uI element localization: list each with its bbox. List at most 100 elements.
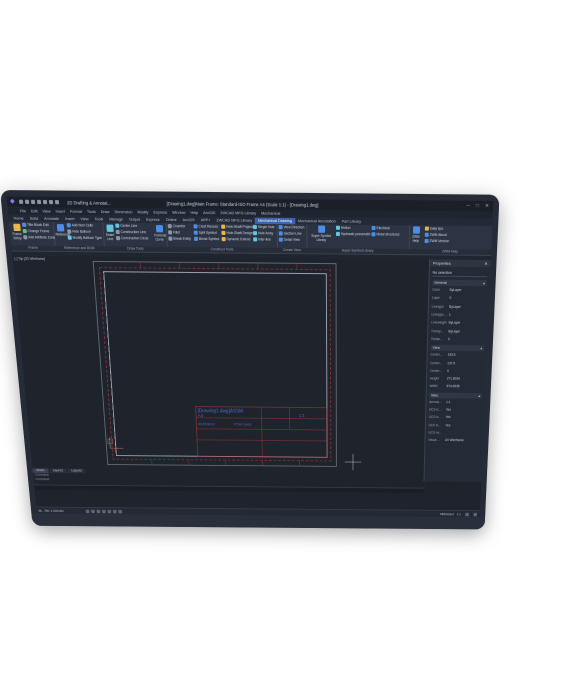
add-item-cells-button[interactable]: Add Item Cells — [66, 223, 93, 228]
outer-frame — [93, 261, 336, 466]
minimize-button[interactable]: ─ — [466, 203, 470, 209]
center-line-icon — [115, 223, 120, 228]
collapse-icon: ▴ — [480, 346, 483, 351]
hole-shaft-design-button[interactable]: Hole-Shaft Design — [221, 230, 253, 235]
menu-insert[interactable]: Insert — [55, 209, 65, 213]
menu-view[interactable]: View — [42, 209, 50, 213]
view-direction-button[interactable]: View Direction — [278, 225, 304, 230]
zwm-version-button[interactable]: ZWM Version — [424, 238, 449, 243]
break-symbol-button[interactable]: Break Symbol — [193, 236, 219, 241]
menu-express[interactable]: Express — [153, 210, 167, 214]
otrack-icon[interactable] — [112, 509, 117, 513]
selection-dropdown[interactable]: No selection — [432, 269, 488, 278]
undo-icon[interactable] — [48, 199, 54, 205]
center-line-button[interactable]: Center Line — [115, 223, 137, 228]
hydraulic-pneumatic-button[interactable]: Hydraulic pneumatic — [335, 231, 370, 236]
ortho-icon[interactable] — [96, 509, 101, 513]
maximize-button[interactable]: □ — [476, 203, 479, 209]
prop-row[interactable]: Visual ... 2D Wireframe — [428, 436, 480, 444]
workspace-selector[interactable]: 2D Drafting & Annotat... — [67, 200, 111, 206]
zwm-help-button[interactable]: ZWM Help — [411, 226, 421, 243]
hole-shaft-projector-button[interactable]: Hole-Shaft Projector — [221, 224, 256, 229]
panel-zwm-help: ZWM Help Daily tips ZWM About ZWM Versio… — [408, 225, 493, 255]
crest-recess-button[interactable]: Crest Recess — [193, 224, 218, 229]
zone-ticks — [140, 262, 299, 466]
section-line-button[interactable]: Section Line — [278, 231, 302, 236]
lineweight-icon[interactable] — [118, 509, 123, 514]
reference-button[interactable]: Reference — [55, 224, 70, 237]
title-block-size: A4 — [198, 413, 204, 418]
menu-tools[interactable]: Tools — [87, 209, 96, 213]
viewport-label[interactable]: [-] Top [2D Wireframe] — [14, 257, 45, 261]
menu-window[interactable]: Window — [172, 210, 186, 214]
electrical-icon — [371, 225, 376, 231]
menu-modify[interactable]: Modify — [137, 210, 148, 214]
motion-button[interactable]: Motion — [335, 225, 351, 230]
hide-balloon-button[interactable]: Hide Balloon — [67, 229, 91, 234]
electrical-button[interactable]: Electrical — [371, 225, 390, 231]
settings-icon[interactable] — [465, 512, 469, 516]
grid-icon[interactable] — [91, 509, 95, 513]
menu-file[interactable]: File — [20, 209, 26, 213]
new-file-icon[interactable] — [18, 199, 24, 204]
save-as-icon[interactable] — [36, 199, 42, 205]
units-label[interactable]: Millimeters — [440, 512, 454, 516]
modify-balloon-type-button[interactable]: Modify Balloon Type — [67, 235, 102, 240]
add-attribute-zone-button[interactable]: Add Attribute Zone — [23, 235, 55, 240]
modify-balloon-type-icon — [67, 235, 72, 240]
split-symbol-button[interactable]: Split Symbol — [193, 230, 217, 235]
single-hole-button[interactable]: Single Hole — [252, 224, 275, 229]
change-frame-button[interactable]: Change Frame — [22, 228, 50, 233]
smart-line-button[interactable]: Smart Line — [104, 224, 115, 242]
view-direction-icon — [278, 225, 283, 230]
menu-help[interactable]: Help — [190, 210, 198, 214]
formula-curve-button[interactable]: Formula Curve — [154, 225, 166, 242]
menu-draw[interactable]: Draw — [101, 209, 110, 213]
title-block-edit-button[interactable]: Title Block Edit — [22, 222, 49, 227]
zwm-about-button[interactable]: ZWM About — [424, 232, 447, 237]
menu-arcgis[interactable]: ArcGIS — [203, 210, 215, 214]
redo-icon[interactable] — [54, 200, 60, 205]
inter-line-button[interactable]: Inter-line — [253, 237, 271, 242]
fillet-button[interactable]: Fillet — [168, 230, 180, 235]
menu-mechanical[interactable]: Mechanical — [261, 211, 280, 215]
frame-setup-button[interactable]: Frame Setup — [11, 223, 22, 241]
hole-array-button[interactable]: Hole Array — [253, 231, 273, 235]
dynamic-extend-button[interactable]: Dynamic Extend — [221, 237, 250, 241]
detail-view-button[interactable]: Detail View — [278, 237, 300, 242]
drawing-canvas[interactable]: [Drawing1.dwg]ASSM A4 2015/8/10 PTW GmS … — [91, 259, 414, 472]
menu-edit[interactable]: Edit — [31, 209, 38, 213]
panel-zwm-help-label: ZWM Help — [408, 249, 492, 255]
menu-mfg-library[interactable]: ZWCAD MFG Library — [220, 211, 256, 216]
open-file-icon[interactable] — [24, 199, 30, 204]
print-icon[interactable] — [42, 199, 48, 205]
polar-icon[interactable] — [101, 509, 106, 513]
daily-tips-button[interactable]: Daily tips — [424, 226, 443, 231]
snap-icon[interactable] — [85, 509, 90, 513]
chamfer-button[interactable]: Chamfer — [167, 224, 185, 228]
annotation-scale[interactable]: 1:1 — [457, 512, 461, 516]
construction-circle-button[interactable]: Construction Circle — [115, 236, 149, 240]
metal-structures-button[interactable]: Metal structures — [371, 232, 400, 237]
osnap-icon[interactable] — [107, 509, 112, 513]
hide-balloon-icon — [67, 229, 72, 234]
status-coordinates: 96, -790, 0 ZWCAD — [38, 508, 64, 513]
crosshair-cursor — [345, 454, 362, 470]
prop-row[interactable]: Thickn... 0 — [431, 335, 485, 344]
command-input[interactable] — [34, 486, 222, 492]
properties-close-icon[interactable]: ✕ — [484, 260, 488, 267]
menu-dimension[interactable]: Dimension — [114, 210, 132, 214]
menu-format[interactable]: Format — [70, 209, 82, 213]
document-title: [Drawing1.dwg]Main Frame: Standard-ISO F… — [166, 201, 319, 208]
construction-line-button[interactable]: Construction Line — [115, 229, 146, 234]
title-block-edit-icon — [22, 222, 27, 227]
metal-structures-icon — [371, 232, 376, 237]
fullscreen-icon[interactable] — [473, 512, 478, 516]
prop-row[interactable]: Width 574.6935 — [430, 383, 483, 391]
close-button[interactable]: ✕ — [485, 203, 489, 209]
break-entity-button[interactable]: Break Entity — [168, 236, 191, 241]
daily-tips-icon — [424, 226, 429, 231]
super-symbol-library-button[interactable]: Super Symbol Library — [310, 225, 332, 242]
save-icon[interactable] — [30, 199, 36, 205]
command-history-line: Command: — [35, 477, 50, 482]
